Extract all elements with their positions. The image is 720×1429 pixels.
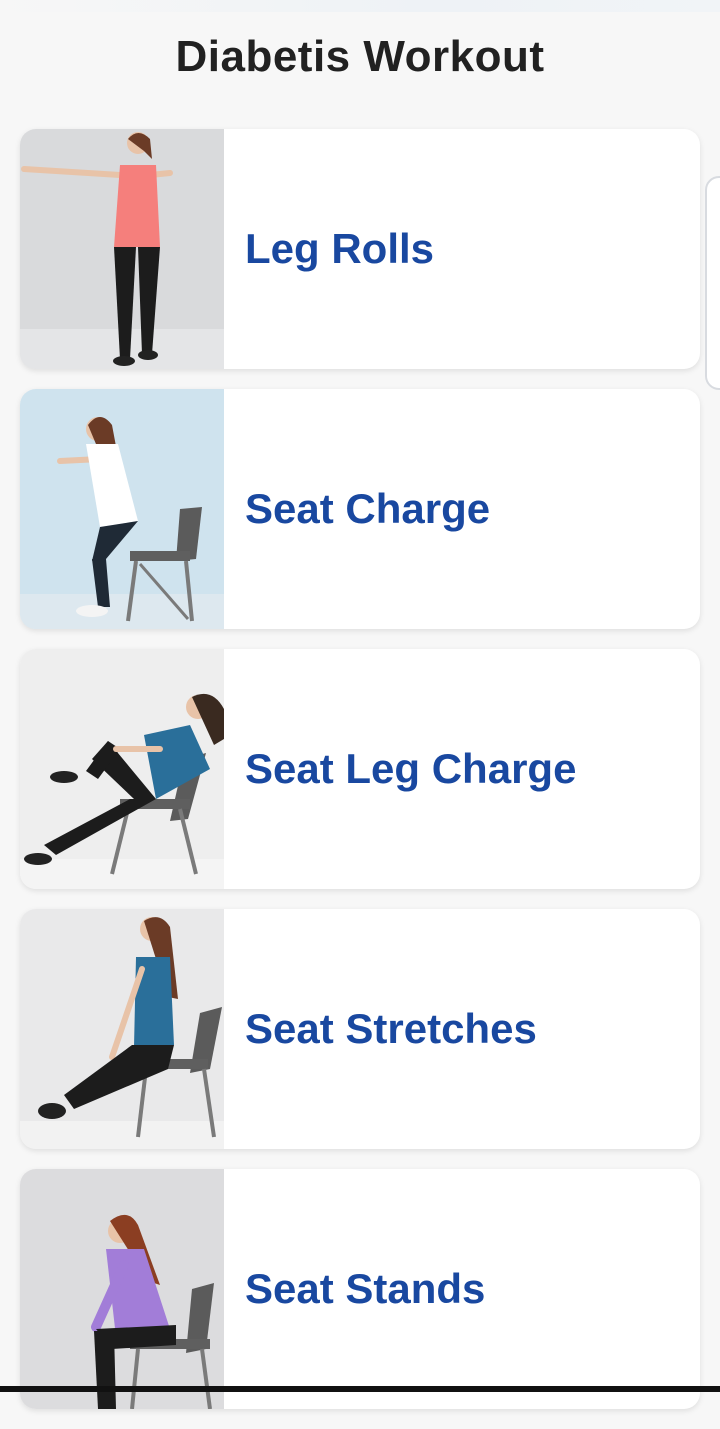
exercise-label: Seat Charge bbox=[245, 485, 491, 532]
bottom-edge bbox=[0, 1386, 720, 1392]
woman-sit-to-stand-icon bbox=[20, 1169, 224, 1409]
woman-standing-arms-out-icon bbox=[20, 129, 224, 369]
woman-seated-leg-stretch-icon bbox=[20, 909, 224, 1149]
exercise-label: Seat Stretches bbox=[245, 1005, 537, 1052]
exercise-list: Leg Rolls Seat Charge Seat Leg Charge Se… bbox=[20, 129, 700, 1429]
exercise-label: Seat Stands bbox=[245, 1265, 486, 1312]
exercise-card-seat-stretches[interactable]: Seat Stretches bbox=[20, 909, 700, 1149]
side-panel-edge[interactable] bbox=[705, 176, 720, 390]
exercise-card-leg-rolls[interactable]: Leg Rolls bbox=[20, 129, 700, 369]
exercise-card-seat-stands[interactable]: Seat Stands bbox=[20, 1169, 700, 1409]
exercise-label: Seat Leg Charge bbox=[245, 745, 577, 792]
exercise-card-seat-charge[interactable]: Seat Charge bbox=[20, 389, 700, 629]
exercise-label: Leg Rolls bbox=[245, 225, 435, 272]
status-strip bbox=[0, 0, 720, 12]
page-title: Diabetis Workout bbox=[175, 32, 545, 81]
woman-seated-knee-hug-icon bbox=[20, 649, 224, 889]
woman-squat-chair-icon bbox=[20, 389, 224, 629]
exercise-card-seat-leg-charge[interactable]: Seat Leg Charge bbox=[20, 649, 700, 889]
